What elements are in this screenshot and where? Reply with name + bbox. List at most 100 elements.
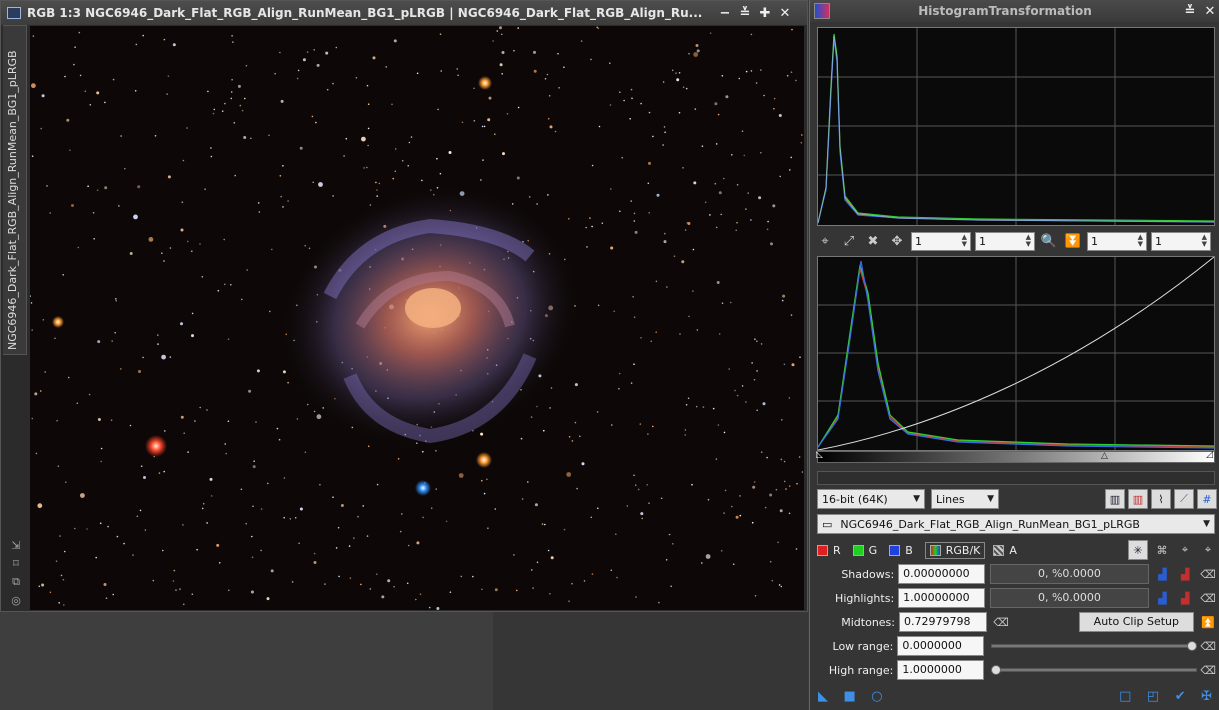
auto-clip-setup-button[interactable]: Auto Clip Setup bbox=[1078, 612, 1194, 632]
minimize-button[interactable]: − bbox=[715, 3, 735, 23]
maximize-button[interactable]: ✚ bbox=[755, 3, 775, 23]
pan-icon[interactable]: ✥ bbox=[887, 231, 907, 251]
crosshair-icon-3[interactable]: ⌖ bbox=[1199, 541, 1217, 559]
reset-icon[interactable]: ✠ bbox=[1201, 689, 1212, 704]
star bbox=[57, 465, 60, 468]
readout-icon[interactable]: ✳ bbox=[1128, 540, 1148, 560]
input-histogram-plot[interactable] bbox=[817, 27, 1215, 226]
image-canvas[interactable] bbox=[30, 26, 804, 610]
star bbox=[701, 145, 704, 147]
midtones-field[interactable]: 0.72979798 bbox=[899, 612, 987, 632]
star bbox=[231, 35, 233, 37]
real-time-preview-icon[interactable]: ○ bbox=[871, 689, 882, 704]
apply-global-icon[interactable]: ■ bbox=[844, 689, 856, 704]
star bbox=[623, 99, 625, 102]
target-icon[interactable]: ◎ bbox=[11, 594, 21, 607]
star bbox=[610, 569, 613, 572]
crosshair-icon[interactable]: ⌖ bbox=[815, 231, 835, 251]
highlights-auto-icon[interactable]: ▟ bbox=[1154, 589, 1172, 607]
zoom-reset-icon[interactable]: ✖ bbox=[863, 231, 883, 251]
channel-a[interactable]: A bbox=[993, 544, 1017, 557]
channel-b[interactable]: B bbox=[889, 544, 913, 557]
low-range-slider[interactable] bbox=[989, 636, 1197, 656]
star bbox=[114, 331, 116, 334]
collapse-down-icon[interactable]: ⏬ bbox=[1063, 231, 1083, 251]
midtones-reset-icon[interactable]: ⌫ bbox=[992, 613, 1010, 631]
high-range-slider-knob[interactable] bbox=[990, 665, 1001, 675]
channel-r[interactable]: R bbox=[817, 544, 841, 557]
image-window-titlebar[interactable]: RGB 1:3 NGC6946_Dark_Flat_RGB_Align_RunM… bbox=[1, 1, 807, 25]
close-button[interactable]: ✕ bbox=[775, 3, 795, 23]
clone-icon[interactable]: ⧉ bbox=[12, 575, 20, 589]
star bbox=[296, 77, 299, 80]
channel-g[interactable]: G bbox=[852, 544, 877, 557]
browse-documentation-icon[interactable]: □ bbox=[1119, 689, 1131, 704]
star bbox=[668, 533, 671, 536]
low-range-reset-icon[interactable]: ⌫ bbox=[1199, 637, 1217, 655]
collapse-icon[interactable]: ≚ bbox=[1180, 1, 1200, 21]
star bbox=[206, 522, 208, 524]
grid-icon[interactable]: # bbox=[1197, 489, 1217, 509]
low-range-field[interactable]: 0.0000000 bbox=[897, 636, 984, 656]
input-zoom-x-field[interactable]: 1 ▲ ▼ bbox=[911, 231, 971, 251]
output-zoom-y-field[interactable]: 1 ▲ ▼ bbox=[1151, 231, 1211, 251]
shade-button[interactable]: ≚ bbox=[735, 3, 755, 23]
shadows-auto-icon[interactable]: ▟ bbox=[1154, 565, 1172, 583]
star bbox=[393, 39, 397, 43]
transfer-gradient-bar[interactable]: ◺ △ ◿ bbox=[816, 450, 1215, 463]
new-instance-icon[interactable]: ◣ bbox=[818, 689, 828, 704]
shadows-marker-icon[interactable]: ◺ bbox=[816, 450, 823, 460]
resize-icon[interactable]: ⇲ bbox=[11, 539, 20, 552]
highlights-field[interactable]: 1.00000000 bbox=[898, 588, 986, 608]
star bbox=[76, 402, 79, 405]
apply-icon[interactable]: ✔ bbox=[1175, 689, 1186, 704]
midtones-marker-icon[interactable]: △ bbox=[1101, 451, 1108, 461]
high-range-slider[interactable] bbox=[989, 660, 1197, 680]
star bbox=[180, 228, 184, 232]
star bbox=[332, 82, 334, 85]
resolution-select[interactable]: 16-bit (64K) ▼ bbox=[817, 489, 925, 509]
shadows-auto-all-icon[interactable]: ▟ bbox=[1176, 565, 1194, 583]
highlights-reset-icon[interactable]: ⌫ bbox=[1199, 589, 1217, 607]
star bbox=[618, 372, 621, 375]
high-range-reset-icon[interactable]: ⌫ bbox=[1199, 661, 1217, 679]
star bbox=[696, 49, 700, 53]
star bbox=[580, 40, 583, 42]
star bbox=[591, 573, 594, 575]
star bbox=[724, 489, 727, 492]
target-reset-icon[interactable]: ⌘ bbox=[1153, 541, 1171, 559]
plot-mode-select[interactable]: Lines ▼ bbox=[931, 489, 999, 509]
star bbox=[501, 51, 505, 54]
histogram-panel-titlebar[interactable]: HistogramTransformation ≚ ✕ bbox=[810, 0, 1219, 22]
zoom-fit-icon[interactable]: ⤢ bbox=[839, 231, 859, 251]
histogram-bars-icon[interactable]: ▥ bbox=[1105, 489, 1125, 509]
input-zoom-y-field[interactable]: 1 ▲ ▼ bbox=[975, 231, 1035, 251]
close-icon[interactable]: ✕ bbox=[1200, 1, 1219, 21]
fit-icon[interactable]: ⌑ bbox=[13, 557, 19, 570]
star bbox=[276, 427, 279, 430]
high-range-field[interactable]: 1.0000000 bbox=[897, 660, 984, 680]
shadows-field[interactable]: 0.00000000 bbox=[898, 564, 986, 584]
view-identifier-tab[interactable]: NGC6946_Dark_Flat_RGB_Align_RunMean_BG1_… bbox=[3, 25, 27, 355]
shadows-reset-icon[interactable]: ⌫ bbox=[1199, 565, 1217, 583]
output-histogram-plot[interactable] bbox=[817, 256, 1215, 451]
transfer-curve-icon[interactable]: ⟋ bbox=[1174, 489, 1194, 509]
view-selector[interactable]: ▭ NGC6946_Dark_Flat_RGB_Align_RunMean_BG1… bbox=[817, 514, 1215, 534]
star bbox=[115, 298, 117, 300]
star bbox=[684, 434, 686, 436]
star bbox=[718, 333, 721, 335]
magnifier-icon[interactable]: 🔍 bbox=[1039, 231, 1059, 251]
channel-rgbk[interactable]: RGB/K bbox=[924, 541, 986, 559]
low-range-slider-knob[interactable] bbox=[1186, 641, 1197, 651]
crosshair-icon-2[interactable]: ⌖ bbox=[1176, 541, 1194, 559]
auto-clip-up-icon[interactable]: ⏫ bbox=[1199, 613, 1217, 631]
rgb-histogram-icon[interactable]: ▥ bbox=[1128, 489, 1148, 509]
track-view-icon[interactable]: ◰ bbox=[1147, 689, 1159, 704]
curve-graph-icon[interactable]: ⌇ bbox=[1151, 489, 1171, 509]
highlights-marker-icon[interactable]: ◿ bbox=[1206, 450, 1213, 460]
star bbox=[762, 402, 766, 406]
output-zoom-x-field[interactable]: 1 ▲ ▼ bbox=[1087, 231, 1147, 251]
histogram-slider-track[interactable] bbox=[817, 471, 1215, 485]
star bbox=[795, 79, 797, 82]
highlights-auto-all-icon[interactable]: ▟ bbox=[1176, 589, 1194, 607]
